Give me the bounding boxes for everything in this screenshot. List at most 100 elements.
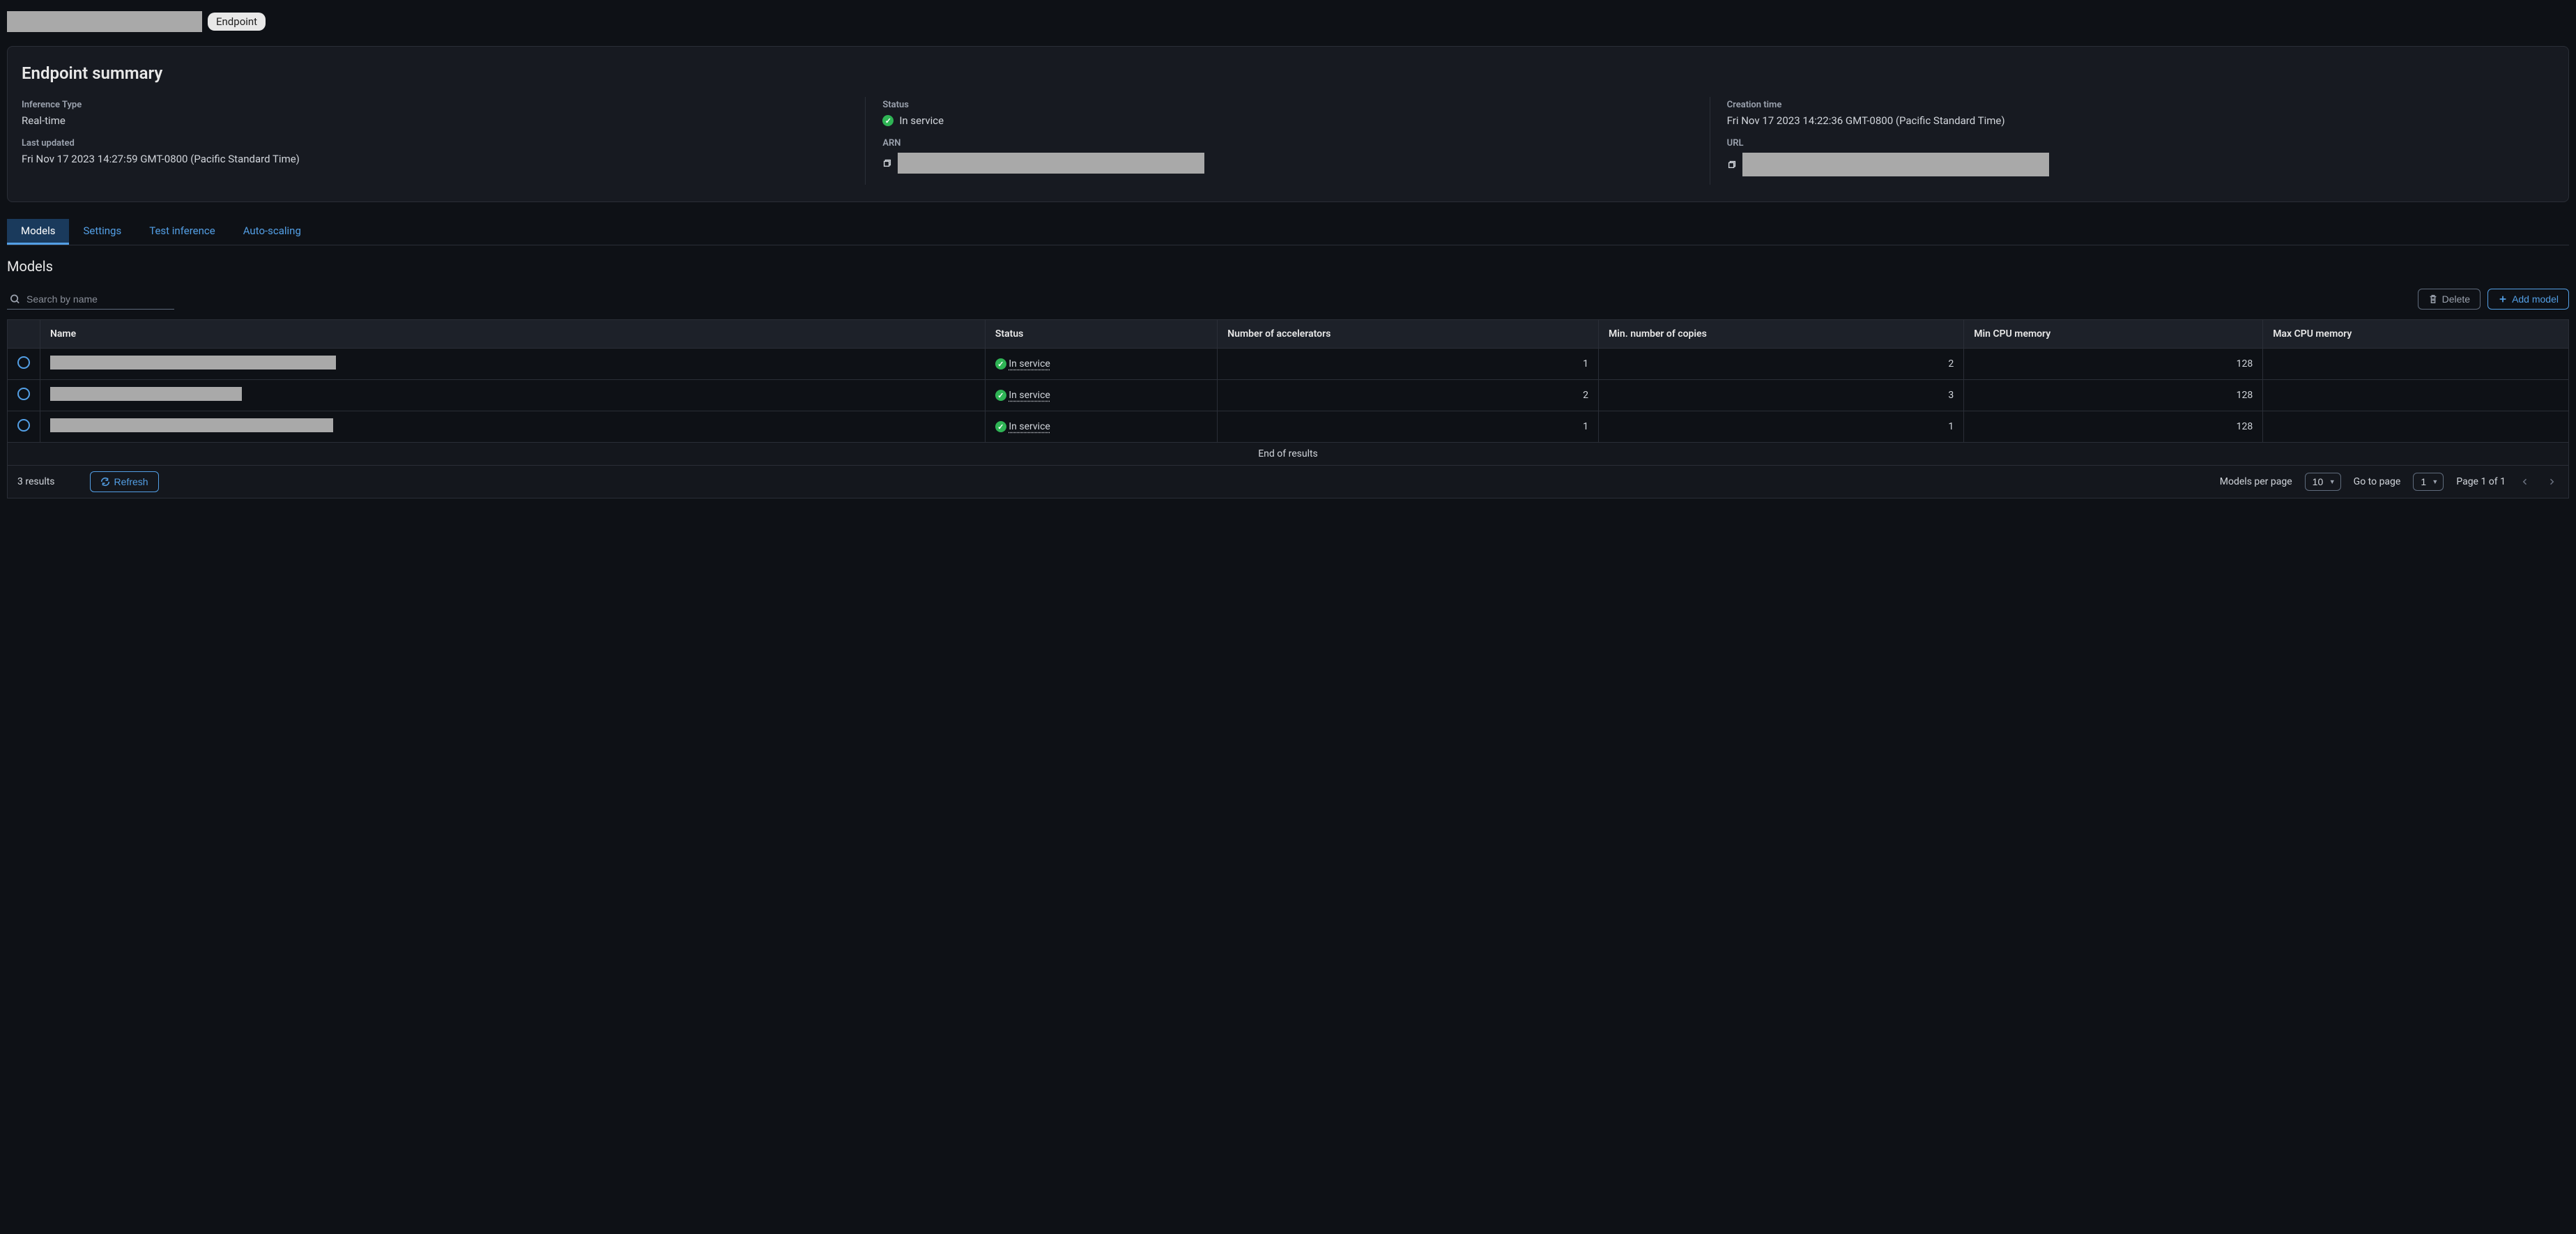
tab-test-inference[interactable]: Test inference [135,219,229,245]
cell-min-cpu: 128 [1964,349,2263,380]
status-link[interactable]: In service [1009,390,1050,401]
cell-min-cpu: 128 [1964,411,2263,443]
field-value: Fri Nov 17 2023 14:22:36 GMT-0800 (Pacif… [1727,114,2543,127]
delete-label: Delete [2442,294,2470,305]
summary-title: Endpoint summary [22,63,2554,83]
refresh-icon [100,477,110,487]
cell-max-cpu [2263,411,2569,443]
col-accel: Number of accelerators [1218,320,1599,349]
models-per-page-select-wrap: 10 [2305,473,2341,491]
end-of-results: End of results [7,443,2569,466]
summary-creation-time: Creation time Fri Nov 17 2023 14:22:36 G… [1710,97,2554,135]
breadcrumb: Endpoint [7,11,2569,32]
add-label: Add model [2512,294,2559,305]
field-label: Last updated [22,138,854,148]
table-row: ✓ In service 1 1 128 [8,411,2569,443]
models-title: Models [7,258,2569,275]
check-icon: ✓ [882,115,894,126]
delete-button[interactable]: Delete [2418,289,2481,310]
name-redacted[interactable] [50,387,242,401]
cell-min-copies: 2 [1599,349,1964,380]
summary-grid: Inference Type Real-time Status ✓ In ser… [22,97,2554,185]
toolbar: Delete Add model [7,289,2569,310]
toolbar-right: Delete Add model [2418,289,2569,310]
table-header-row: Name Status Number of accelerators Min. … [8,320,2569,349]
footer-right: Models per page 10 Go to page 1 Page 1 o… [2220,473,2559,491]
cell-accel: 1 [1218,349,1599,380]
summary-status: Status ✓ In service [866,97,1710,135]
copy-icon[interactable] [1727,160,1737,169]
field-label: Creation time [1727,100,2543,110]
col-name: Name [40,320,986,349]
col-min-cpu: Min CPU memory [1964,320,2263,349]
search-icon [10,294,20,305]
refresh-button[interactable]: Refresh [90,471,159,492]
cell-accel: 2 [1218,380,1599,411]
cell-name [40,380,986,411]
tab-auto-scaling[interactable]: Auto-scaling [229,219,315,245]
summary-url: URL [1710,135,2554,185]
go-to-page-select[interactable]: 1 [2413,473,2444,491]
status-text: In service [899,114,944,127]
go-to-page-label: Go to page [2354,476,2401,487]
check-icon: ✓ [995,421,1006,432]
field-label: Inference Type [22,100,854,110]
models-table: Name Status Number of accelerators Min. … [7,319,2569,443]
name-redacted[interactable] [50,356,336,370]
trash-icon [2428,294,2438,304]
models-per-page-label: Models per page [2220,476,2292,487]
summary-inference-type: Inference Type Real-time [22,97,866,135]
page-indicator: Page 1 of 1 [2456,476,2506,487]
prev-page-button[interactable] [2518,476,2532,487]
field-value: Fri Nov 17 2023 14:27:59 GMT-0800 (Pacif… [22,153,854,165]
footer: 3 results Refresh Models per page 10 Go … [7,466,2569,498]
refresh-label: Refresh [114,476,148,487]
cell-min-copies: 3 [1599,380,1964,411]
endpoint-badge: Endpoint [208,13,266,31]
field-value [882,153,1698,174]
summary-card: Endpoint summary Inference Type Real-tim… [7,46,2569,202]
chevron-right-icon [2547,478,2556,486]
field-value: Real-time [22,114,854,127]
models-per-page-select[interactable]: 10 [2305,473,2341,491]
name-redacted[interactable] [50,418,333,432]
radio-button[interactable] [17,356,30,369]
add-model-button[interactable]: Add model [2487,289,2569,310]
copy-icon[interactable] [882,158,892,168]
tabs: Models Settings Test inference Auto-scal… [7,219,2569,245]
check-icon: ✓ [995,358,1006,370]
radio-button[interactable] [17,419,30,432]
field-value [1727,153,2543,176]
table-row: ✓ In service 1 2 128 [8,349,2569,380]
url-redacted [1742,153,2049,176]
cell-name [40,349,986,380]
tab-models[interactable]: Models [7,219,69,245]
cell-name [40,411,986,443]
footer-left: 3 results Refresh [17,471,159,492]
cell-min-copies: 1 [1599,411,1964,443]
field-label: URL [1727,138,2543,148]
field-label: ARN [882,138,1698,148]
cell-status: ✓ In service [985,349,1217,380]
cell-select [8,349,40,380]
status-link[interactable]: In service [1009,358,1050,370]
next-page-button[interactable] [2545,476,2559,487]
radio-button[interactable] [17,388,30,400]
results-count: 3 results [17,476,55,487]
cell-select [8,411,40,443]
summary-arn: ARN [866,135,1710,185]
cell-accel: 1 [1218,411,1599,443]
go-to-page-select-wrap: 1 [2413,473,2444,491]
cell-status: ✓ In service [985,380,1217,411]
cell-max-cpu [2263,349,2569,380]
summary-last-updated: Last updated Fri Nov 17 2023 14:27:59 GM… [22,135,866,185]
search-input[interactable] [7,289,174,310]
status-link[interactable]: In service [1009,421,1050,432]
breadcrumb-redacted [7,11,202,32]
cell-max-cpu [2263,380,2569,411]
cell-status: ✓ In service [985,411,1217,443]
plus-icon [2498,294,2508,304]
cell-select [8,380,40,411]
tab-settings[interactable]: Settings [69,219,135,245]
field-label: Status [882,100,1698,110]
